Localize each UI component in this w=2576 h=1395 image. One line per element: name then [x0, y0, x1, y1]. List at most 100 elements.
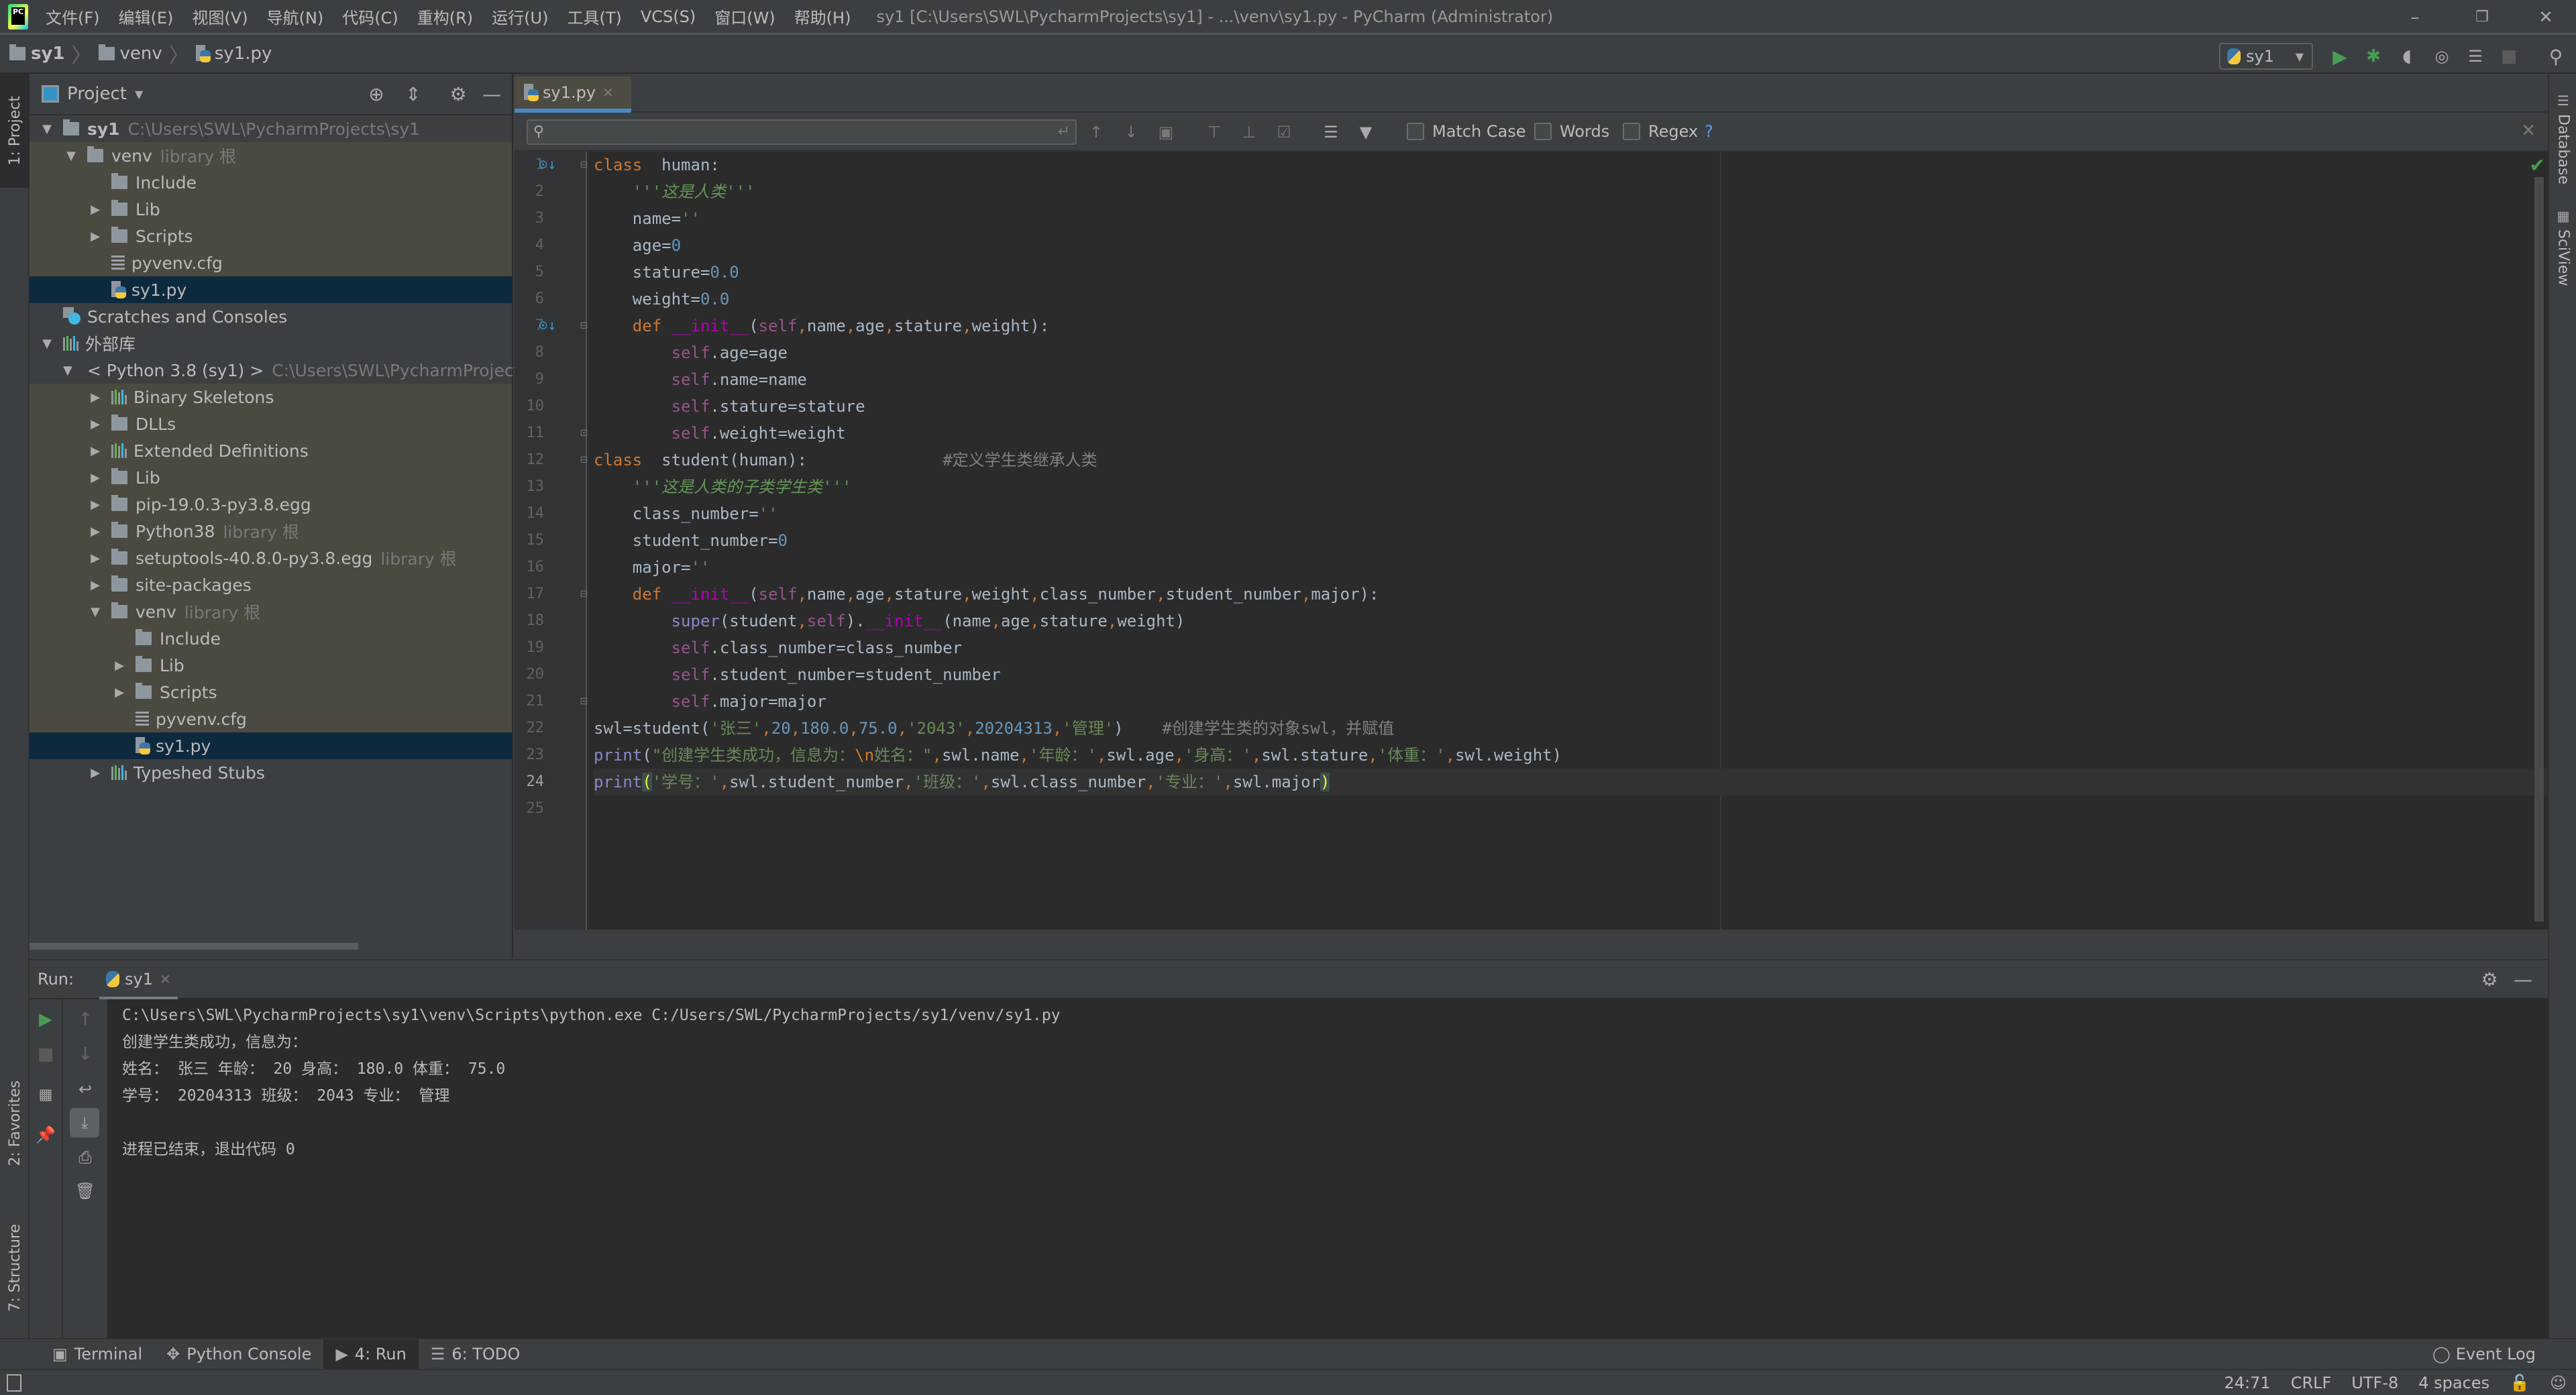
new-line-icon[interactable]: ↵ [1058, 123, 1070, 140]
tree-item[interactable]: ▼ venv library 根 [30, 598, 512, 625]
fold-marker-icon[interactable]: ⊡ [580, 420, 588, 447]
tree-item[interactable]: ▶ Lib [30, 652, 512, 679]
tree-item[interactable]: ▼ venv library 根 [30, 142, 512, 169]
caret-position[interactable]: 24:71 [2224, 1374, 2271, 1392]
breadcrumb-sy1-py[interactable]: sy1.py [195, 44, 272, 64]
menu-navigate[interactable]: 导航(N) [267, 5, 324, 28]
menu-edit[interactable]: 编辑(E) [119, 5, 174, 28]
chevron-down-icon[interactable]: ▼ [39, 122, 55, 136]
tree-item[interactable]: ▶ Typeshed Stubs [30, 759, 512, 786]
menu-refactor[interactable]: 重构(R) [417, 5, 473, 28]
indent-settings[interactable]: 4 spaces [2418, 1374, 2489, 1392]
tree-item[interactable]: ▶ Scripts [30, 679, 512, 706]
fold-marker-icon[interactable]: ⊟ [580, 447, 588, 473]
code-editor[interactable]: 1 ⊙↓ ⊟ class human: 2 '''这是人类''' 3 name='' 4 a… [515, 152, 2548, 930]
scroll-to-end-icon[interactable]: ⤓ [70, 1108, 99, 1137]
code-line[interactable]: 19 self.class_number=class_number [527, 634, 2548, 661]
close-window-button[interactable]: ✕ [2526, 4, 2566, 31]
menu-tools[interactable]: 工具(T) [567, 5, 621, 28]
code-line[interactable]: 13 '''这是人类的子类学生类''' [527, 473, 2548, 500]
fold-marker-icon[interactable]: ⊡ [580, 688, 588, 715]
tree-item[interactable]: ▶pyvenv.cfg [30, 706, 512, 732]
stop-icon[interactable]: ■ [30, 1040, 62, 1069]
menu-run[interactable]: 运行(U) [492, 5, 548, 28]
select-all-check-icon[interactable]: ☑ [1273, 121, 1295, 144]
code-line[interactable]: 12 ⊟ class student(human): #定义学生类继承人类 [527, 447, 2548, 473]
code-line[interactable]: 25 [527, 795, 2548, 822]
words-checkbox[interactable]: Words [1534, 122, 1609, 141]
stop-icon[interactable]: ■ [2497, 44, 2521, 68]
print-icon[interactable]: ⎙ [63, 1143, 107, 1172]
tree-item[interactable]: ▶Scratches and Consoles [30, 303, 512, 330]
profile-icon[interactable]: ◎ [2430, 44, 2454, 68]
fold-marker-icon[interactable]: ⊟ [580, 581, 588, 608]
up-stack-icon[interactable]: ↑ [63, 1005, 107, 1034]
tool-window-structure-tab[interactable]: 7: Structure [0, 1207, 30, 1328]
hide-panel-icon[interactable]: — [480, 83, 503, 106]
tree-item[interactable]: ▶Include [30, 625, 512, 652]
gear-icon[interactable]: ⚙ [447, 83, 470, 106]
chevron-right-icon[interactable]: ▶ [87, 417, 103, 431]
tool-window-favorites-tab[interactable]: 2: Favorites [0, 1066, 30, 1180]
tool-window-python-console-tab[interactable]: ✥ Python Console [154, 1339, 323, 1369]
editor-vertical-scrollbar[interactable] [2534, 177, 2544, 922]
code-line[interactable]: 23 print("创建学生类成功，信息为：\n姓名：",swl.name,'年龄… [527, 742, 2548, 769]
hide-panel-icon[interactable]: — [2512, 968, 2534, 991]
tree-item[interactable]: ▶ Lib [30, 196, 512, 223]
debug-icon[interactable]: ✱ [2361, 44, 2385, 68]
menu-vcs[interactable]: VCS(S) [641, 7, 696, 26]
code-line[interactable]: 6 weight=0.0 [535, 286, 2548, 313]
previous-occurrence-icon[interactable]: ↑ [1085, 121, 1108, 144]
remove-occurrence-icon[interactable]: ⊥ [1238, 121, 1260, 144]
chevron-right-icon[interactable]: ▶ [111, 659, 127, 673]
chevron-down-icon[interactable]: ▼ [135, 88, 143, 101]
add-occurrence-icon[interactable]: ⊤ [1203, 121, 1226, 144]
code-line[interactable]: 21 ⊡ self.major=major [527, 688, 2548, 715]
pin-tab-icon[interactable]: 📌 [30, 1120, 62, 1150]
code-line[interactable]: 24 print('学号：',swl.student_number,'班级：',s… [527, 769, 2548, 795]
chevron-right-icon[interactable]: ▶ [87, 551, 103, 565]
chevron-right-icon[interactable]: ▶ [87, 471, 103, 485]
menu-file[interactable]: 文件(F) [46, 5, 100, 28]
chevron-right-icon[interactable]: ▶ [87, 524, 103, 539]
concurrency-diagram-icon[interactable]: ☰ [2463, 44, 2487, 68]
tool-window-sciview-tab[interactable]: ▦ SciView [2549, 208, 2576, 286]
line-separator[interactable]: CRLF [2291, 1374, 2332, 1392]
gear-icon[interactable]: ⚙ [2478, 968, 2501, 991]
search-everywhere-icon[interactable]: ⚲ [2544, 44, 2568, 68]
tree-item[interactable]: ▶ Lib [30, 464, 512, 491]
code-line[interactable]: 8 self.age=age [535, 339, 2548, 366]
regex-checkbox[interactable]: Regex ? [1623, 122, 1713, 141]
close-run-tab-icon[interactable]: ✕ [160, 971, 171, 987]
chevron-right-icon[interactable]: ▶ [87, 766, 103, 780]
chevron-right-icon[interactable]: ▶ [111, 685, 127, 700]
menu-help[interactable]: 帮助(H) [794, 5, 851, 28]
down-stack-icon[interactable]: ↓ [63, 1040, 107, 1069]
override-marker-icon[interactable]: ⊙↓ [539, 152, 557, 178]
unlock-icon[interactable]: 🔓 [2510, 1374, 2530, 1392]
tree-item[interactable]: ▶ setuptools-40.8.0-py3.8.egg library 根 [30, 545, 512, 571]
close-tab-icon[interactable]: ✕ [602, 85, 614, 101]
code-line[interactable]: 7 ⊙↓ ⊟ def __init__(self,name,age,stature,… [535, 313, 2548, 339]
regex-help-link[interactable]: ? [1705, 122, 1713, 141]
tree-item[interactable]: ▶ pip-19.0.3-py3.8.egg [30, 491, 512, 518]
event-log-button[interactable]: ◯ Event Log [2432, 1339, 2536, 1369]
tree-item[interactable]: ▼ 外部库 [30, 330, 512, 357]
chevron-down-icon[interactable]: ▼ [63, 149, 79, 163]
locate-file-icon[interactable]: ⊕ [365, 83, 388, 106]
code-line[interactable]: 5 stature=0.0 [535, 259, 2548, 286]
filter-list-icon[interactable]: ☰ [1320, 121, 1342, 144]
menu-code[interactable]: 代码(C) [342, 5, 398, 28]
code-line[interactable]: 10 self.stature=stature [527, 393, 2548, 420]
run-tab-sy1[interactable]: sy1 ✕ [99, 962, 178, 1001]
run-configuration-select[interactable]: sy1 ▼ [2219, 43, 2313, 70]
restore-button[interactable]: ❐ [2462, 4, 2502, 31]
collapse-all-icon[interactable]: ⇕ [402, 83, 425, 106]
menu-view[interactable]: 视图(V) [192, 5, 248, 28]
chevron-right-icon[interactable]: ▶ [87, 229, 103, 243]
code-line[interactable]: 15 student_number=0 [527, 527, 2548, 554]
chevron-right-icon[interactable]: ▶ [87, 578, 103, 592]
tree-item[interactable]: ▶pyvenv.cfg [30, 249, 512, 276]
tool-window-database-tab[interactable]: ☰ Database [2549, 93, 2576, 184]
code-line[interactable]: 18 super(student,self).__init__(name,age… [527, 608, 2548, 634]
